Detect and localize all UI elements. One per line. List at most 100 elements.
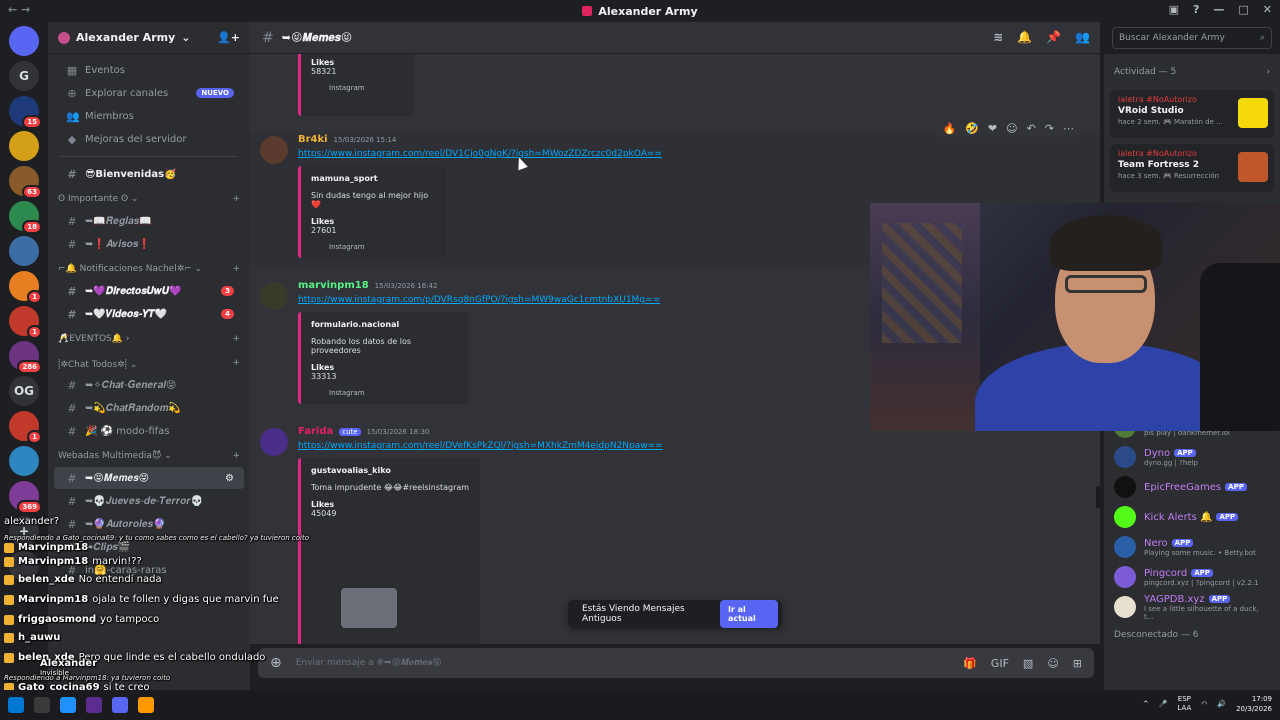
- channel-item[interactable]: # 😎Bienvenidas🥳: [54, 163, 244, 185]
- add-channel-icon[interactable]: +: [232, 334, 240, 344]
- start-icon[interactable]: [8, 697, 24, 713]
- jump-to-present-button[interactable]: Ir al actual: [719, 600, 778, 628]
- volume-icon[interactable]: 🔊: [1217, 700, 1226, 708]
- member-item[interactable]: Kick Alerts 🔔 APP: [1104, 502, 1280, 532]
- guild-nav-item[interactable]: ◆ Mejoras del servidor: [54, 128, 244, 150]
- channel-category[interactable]: ⸽✲Chat Todos✲⸽ ⌄ +: [48, 353, 250, 373]
- search-input[interactable]: Buscar Alexander Army ⌕: [1112, 27, 1272, 49]
- server-icon[interactable]: 286: [9, 341, 42, 374]
- discord-icon[interactable]: [9, 26, 39, 56]
- add-channel-icon[interactable]: +: [232, 451, 240, 461]
- channel-item[interactable]: # 🎉 ⚽ modo-fifas: [54, 420, 244, 442]
- activity-card[interactable]: ialetra #NoAutorizo VRoid Studio hace 2 se…: [1110, 90, 1274, 138]
- embed-author[interactable]: mamuna_sport: [311, 174, 436, 183]
- channel-item[interactable]: # ➥😝𝑴𝒆𝒎𝒆𝒔😝 ⚙: [54, 467, 244, 489]
- react-heart-icon[interactable]: ❤: [988, 122, 997, 135]
- avatar[interactable]: [260, 282, 288, 310]
- edge-icon[interactable]: [60, 697, 76, 713]
- channel-item[interactable]: # ➥💜𝑫𝒊𝒓𝒆𝒄𝒕𝒐𝒔𝑼𝒘𝑼💜 3: [54, 280, 244, 302]
- sticker-icon[interactable]: ▧: [1023, 657, 1033, 670]
- member-item[interactable]: YAGPDB.xyz APP I see a little silhouette o…: [1104, 592, 1280, 622]
- member-item[interactable]: EpicFreeGames APP: [1104, 472, 1280, 502]
- server-icon[interactable]: [9, 131, 39, 161]
- maximize-button[interactable]: □: [1238, 3, 1248, 16]
- member-list-icon[interactable]: 👥: [1075, 30, 1090, 44]
- member-item[interactable]: Dyno APP dyno.gg | ?help: [1104, 442, 1280, 472]
- server-icon[interactable]: 1: [9, 411, 42, 444]
- nav-arrows[interactable]: ← →: [8, 3, 30, 16]
- app-icon[interactable]: [86, 697, 102, 713]
- forward-icon[interactable]: ↷: [1045, 122, 1054, 135]
- mic-icon[interactable]: 🎤: [1159, 700, 1168, 708]
- channel-item[interactable]: # ➥🤍𝑽𝒊𝒅𝒆𝒐𝒔-𝒀𝑻🤍 4: [54, 303, 244, 325]
- channel-category[interactable]: Webadas Multimedia😈 ⌄ +: [48, 446, 250, 466]
- channel-item[interactable]: # ➥📖𝑹𝒆𝒈𝒍𝒂𝒔📖: [54, 210, 244, 232]
- author-name[interactable]: Br4ki: [298, 134, 328, 145]
- chevron-right-icon[interactable]: ›: [1266, 67, 1270, 77]
- server-icon[interactable]: 1: [9, 306, 42, 339]
- threads-icon[interactable]: ≋: [993, 30, 1003, 44]
- add-channel-icon[interactable]: +: [232, 264, 240, 274]
- channel-item[interactable]: # ➥✧𝑪𝒉𝒂𝒕-𝑮𝒆𝒏𝒆𝒓𝒂𝒍😝: [54, 374, 244, 396]
- guild-nav-item[interactable]: 👥 Miembros: [54, 105, 244, 127]
- guild-nav-item[interactable]: ⊕ Explorar canales NUEVO: [54, 82, 244, 104]
- more-icon[interactable]: ⋯: [1063, 122, 1074, 135]
- invite-icon[interactable]: 👤+: [217, 31, 240, 44]
- server-icon[interactable]: 369: [9, 481, 42, 514]
- language-indicator[interactable]: ESP LAA: [1177, 695, 1191, 713]
- author-name[interactable]: marvinpm18: [298, 280, 369, 291]
- gif-icon[interactable]: GIF: [991, 657, 1009, 670]
- reply-icon[interactable]: ↶: [1027, 122, 1036, 135]
- server-icon[interactable]: 63: [9, 166, 42, 199]
- message-link[interactable]: https://www.instagram.com/reel/DVefKsPkZ…: [298, 441, 663, 451]
- channel-category[interactable]: ⌐🔔 Notificaciones Nachel✲⌐ ⌄ +: [48, 259, 250, 279]
- user-panel[interactable]: Alexander Invisible: [40, 658, 97, 677]
- embed-author[interactable]: gustavoalias_kiko: [311, 466, 470, 475]
- server-icon[interactable]: OG: [9, 376, 39, 406]
- tray-chevron-icon[interactable]: ^: [1143, 700, 1149, 708]
- channel-item[interactable]: # ➥💀𝑱𝒖𝒆𝒗𝒆𝒔-𝒅𝒆-𝑻𝒆𝒓𝒓𝒐𝒓💀: [54, 490, 244, 512]
- discord-taskbar-icon[interactable]: [112, 697, 128, 713]
- channel-item[interactable]: # ➥💫𝑪𝒉𝒂𝒕𝑹𝒂𝒏𝒅𝒐𝒎💫: [54, 397, 244, 419]
- pin-icon[interactable]: 📌: [1046, 30, 1061, 44]
- server-icon[interactable]: G: [9, 61, 39, 91]
- guild-nav-item[interactable]: ▦ Eventos: [54, 59, 244, 81]
- add-channel-icon[interactable]: +: [232, 194, 240, 204]
- server-icon[interactable]: [9, 236, 39, 266]
- add-channel-icon[interactable]: +: [232, 358, 240, 368]
- add-reaction-icon[interactable]: ☺: [1006, 122, 1017, 135]
- react-laugh-icon[interactable]: 🤣: [965, 122, 979, 135]
- help-icon[interactable]: ?: [1193, 3, 1199, 16]
- inbox-icon[interactable]: ▣: [1169, 3, 1179, 16]
- author-name[interactable]: Farida: [298, 426, 333, 437]
- channel-category[interactable]: 🥂EVENTOS🔔 › +: [48, 329, 250, 349]
- clock[interactable]: 17:09 20/3/2026: [1236, 694, 1272, 714]
- avatar[interactable]: [260, 428, 288, 456]
- emoji-icon[interactable]: ☺: [1047, 657, 1058, 670]
- react-fire-icon[interactable]: 🔥: [942, 122, 956, 135]
- embed-thumbnail[interactable]: [341, 588, 397, 628]
- avatar[interactable]: [260, 136, 288, 164]
- bell-icon[interactable]: 🔔: [1017, 30, 1032, 44]
- server-icon[interactable]: 1: [9, 271, 42, 304]
- activity-card[interactable]: ialetra #NoAutorizo Team Fortress 2 hace 3…: [1110, 144, 1274, 192]
- message-link[interactable]: https://www.instagram.com/reel/DV1Cjo0gN…: [298, 149, 662, 159]
- message-composer[interactable]: ⊕ Enviar mensaje a #➥😝𝑴𝒆𝒎𝒆𝒔😝 🎁 GIF ▧ ☺ ⊞: [258, 648, 1094, 678]
- close-button[interactable]: ✕: [1263, 3, 1272, 16]
- member-item[interactable]: Pingcord APP pingcord.xyz | ?pingcord | v2…: [1104, 562, 1280, 592]
- settings-icon[interactable]: ⚙: [225, 473, 234, 484]
- message-link[interactable]: https://www.instagram.com/p/DVRsq8nGfPO/…: [298, 295, 660, 305]
- apps-icon[interactable]: ⊞: [1073, 657, 1082, 670]
- server-icon[interactable]: 15: [9, 96, 42, 129]
- scrollbar[interactable]: [1096, 486, 1100, 508]
- search-taskbar-icon[interactable]: [34, 697, 50, 713]
- embed-author[interactable]: formulario.nacional: [311, 320, 458, 329]
- member-item[interactable]: Nero APP Playing some music. • Betty.bot: [1104, 532, 1280, 562]
- folder-icon[interactable]: [138, 697, 154, 713]
- minimize-button[interactable]: —: [1213, 3, 1224, 16]
- gift-icon[interactable]: 🎁: [963, 657, 977, 670]
- guild-header[interactable]: Alexander Army ⌄ 👤+: [48, 22, 250, 54]
- wifi-icon[interactable]: ◠: [1201, 700, 1207, 708]
- channel-category[interactable]: ʘ Importante ʘ ⌄ +: [48, 189, 250, 209]
- server-icon[interactable]: [9, 446, 39, 476]
